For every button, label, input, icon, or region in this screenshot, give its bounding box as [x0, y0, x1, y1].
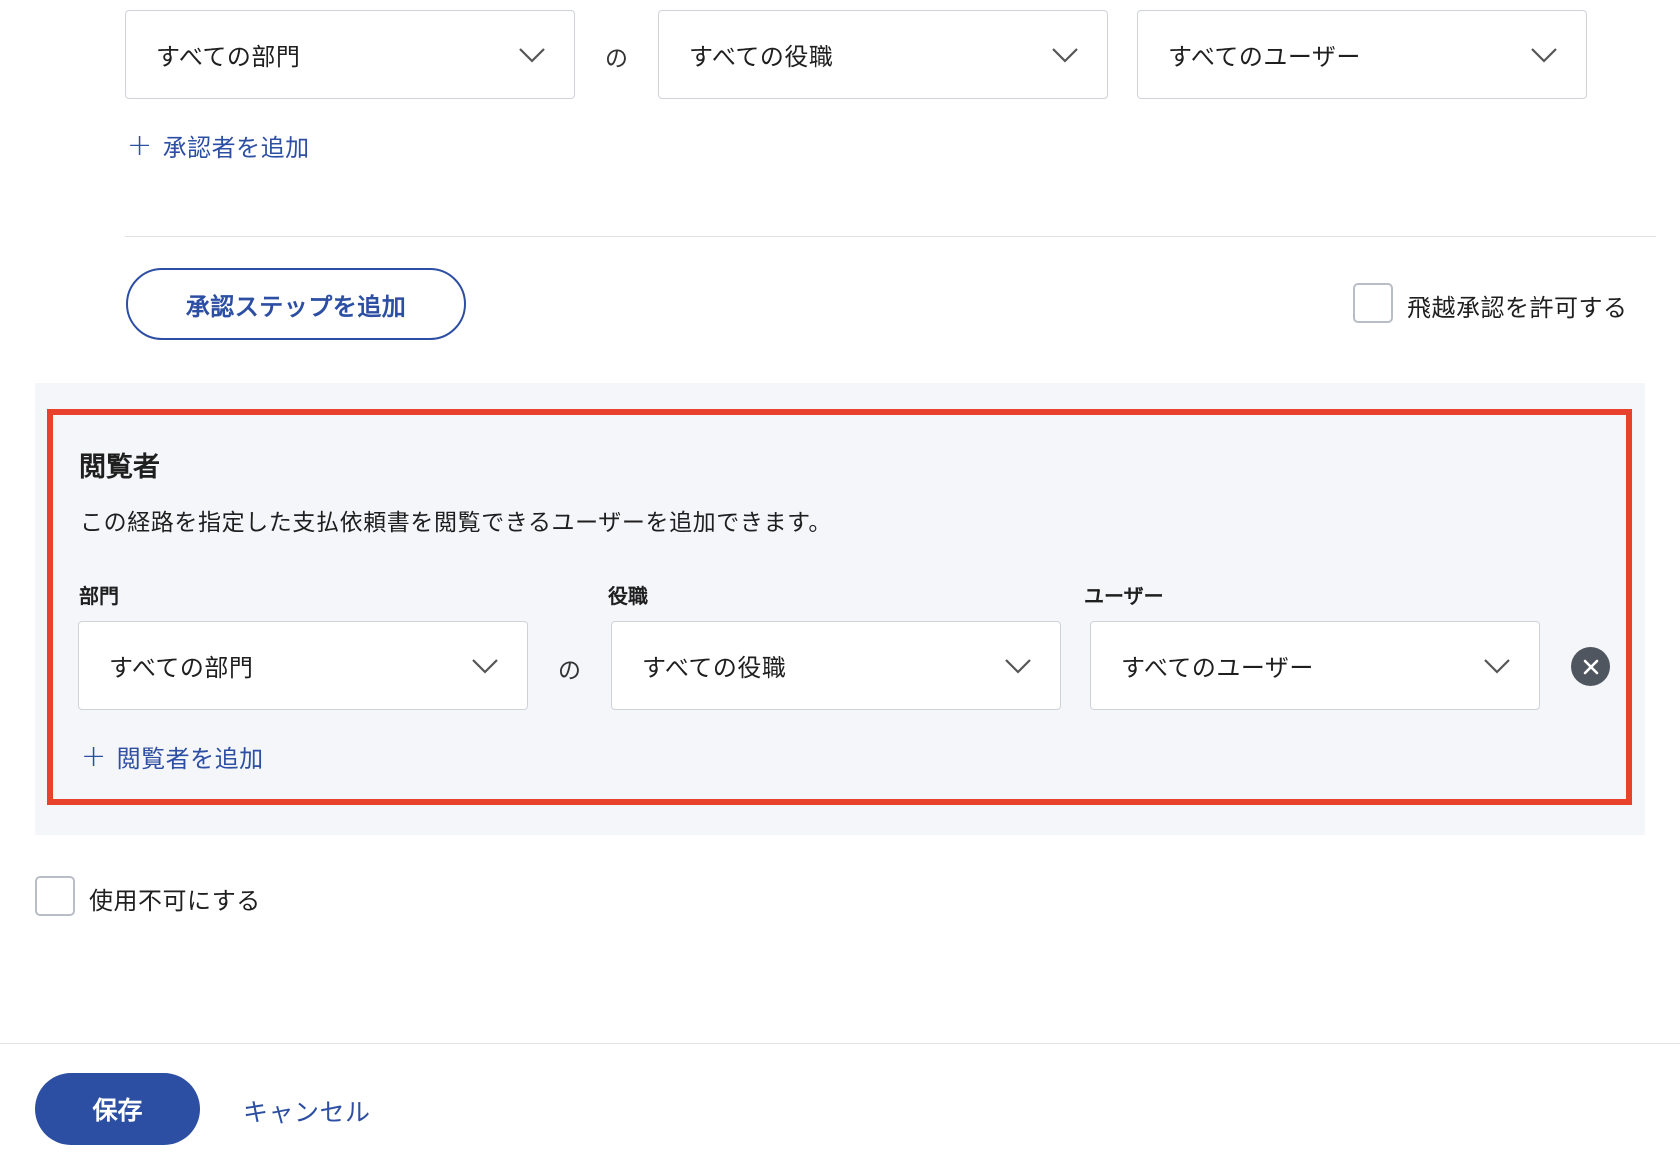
chevron-down-icon — [1052, 47, 1078, 63]
viewer-connector: の — [558, 658, 581, 684]
footer-divider — [0, 1043, 1680, 1044]
viewer-user-value: すべてのユーザー — [1121, 654, 1314, 682]
approver-position-select[interactable]: すべての役職 — [658, 10, 1108, 99]
approver-department-select[interactable]: すべての部門 — [125, 10, 575, 99]
disable-checkbox[interactable] — [35, 876, 75, 916]
viewer-title: 閲覧者 — [79, 452, 160, 483]
viewer-department-label: 部門 — [79, 584, 119, 608]
chevron-down-icon — [472, 658, 498, 674]
chevron-down-icon — [1005, 658, 1031, 674]
disable-label: 使用不可にする — [89, 887, 261, 915]
viewer-position-label: 役職 — [608, 584, 648, 608]
approver-user-select[interactable]: すべてのユーザー — [1137, 10, 1587, 99]
chevron-down-icon — [1484, 658, 1510, 674]
add-approver-label: 承認者を追加 — [162, 134, 310, 162]
viewer-position-value: すべての役職 — [642, 654, 787, 682]
viewer-department-select[interactable]: すべての部門 — [78, 621, 528, 710]
skip-approval-label: 飛越承認を許可する — [1407, 294, 1628, 322]
add-viewer-link[interactable]: + 閲覧者を追加 — [81, 739, 264, 774]
viewer-position-select[interactable]: すべての役職 — [611, 621, 1061, 710]
viewer-department-value: すべての部門 — [109, 654, 254, 682]
remove-viewer-button[interactable] — [1571, 647, 1610, 686]
chevron-down-icon — [1531, 47, 1557, 63]
close-icon — [1583, 659, 1598, 674]
viewer-description: この経路を指定した支払依頼書を閲覧できるユーザーを追加できます。 — [80, 510, 832, 536]
cancel-link[interactable]: キャンセル — [243, 1093, 371, 1129]
plus-icon: + — [127, 127, 153, 163]
skip-approval-checkbox[interactable] — [1353, 283, 1393, 323]
viewer-user-select[interactable]: すべてのユーザー — [1090, 621, 1540, 710]
add-viewer-label: 閲覧者を追加 — [116, 745, 264, 773]
add-approval-step-button[interactable]: 承認ステップを追加 — [126, 268, 466, 340]
viewer-panel — [35, 383, 1645, 835]
approver-position-value: すべての役職 — [689, 43, 834, 71]
viewer-user-label: ユーザー — [1084, 584, 1164, 608]
chevron-down-icon — [519, 47, 545, 63]
add-approver-link[interactable]: + 承認者を追加 — [127, 128, 310, 163]
approver-connector: の — [605, 46, 628, 72]
plus-icon: + — [81, 738, 107, 774]
save-button[interactable]: 保存 — [35, 1073, 200, 1145]
approver-user-value: すべてのユーザー — [1168, 43, 1361, 71]
approver-department-value: すべての部門 — [156, 43, 301, 71]
section-divider — [125, 236, 1656, 237]
